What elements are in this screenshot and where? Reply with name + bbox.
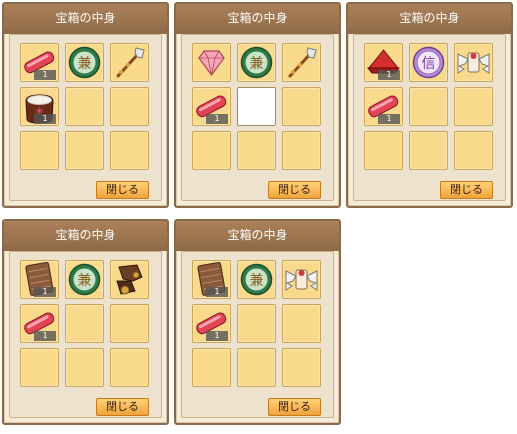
leather-gloves-icon <box>111 261 148 298</box>
item-grid: 1 兼 1 <box>181 251 334 418</box>
panel-title: 宝箱の中身 <box>176 4 339 34</box>
item-slot[interactable] <box>409 131 448 170</box>
item-slot[interactable] <box>282 304 321 343</box>
item-slot[interactable] <box>409 87 448 126</box>
item-slot[interactable]: 1 <box>20 304 59 343</box>
item-slot[interactable] <box>65 87 104 126</box>
panel-title: 宝箱の中身 <box>176 221 339 251</box>
item-quantity: 1 <box>206 114 228 124</box>
item-quantity: 1 <box>206 331 228 341</box>
item-slot[interactable]: 1 <box>364 43 403 82</box>
item-slot[interactable]: 1 <box>20 43 59 82</box>
svg-text:兼: 兼 <box>78 56 92 72</box>
panel-title: 宝箱の中身 <box>4 221 167 251</box>
item-slot[interactable] <box>454 43 493 82</box>
item-grid: 1 信 1 <box>353 34 506 201</box>
item-slot[interactable]: ✳ 1 <box>20 87 59 126</box>
purple-coin-icon: 信 <box>410 44 447 81</box>
item-slot-selected[interactable] <box>237 87 276 126</box>
svg-text:信: 信 <box>422 56 436 72</box>
item-slot[interactable] <box>237 304 276 343</box>
item-quantity: 1 <box>206 287 228 297</box>
feathered-staff-icon <box>111 44 148 81</box>
green-coin-icon: 兼 <box>66 44 103 81</box>
item-slot[interactable] <box>282 43 321 82</box>
pink-diamond-icon <box>193 44 230 81</box>
item-slot[interactable] <box>110 43 149 82</box>
item-slot[interactable]: 1 <box>364 87 403 126</box>
green-coin-icon: 兼 <box>66 261 103 298</box>
item-quantity: 1 <box>34 70 56 80</box>
item-slot[interactable] <box>110 87 149 126</box>
item-slot[interactable]: 兼 <box>65 260 104 299</box>
item-slot[interactable] <box>110 304 149 343</box>
item-quantity: 1 <box>34 114 56 124</box>
item-slot[interactable] <box>282 87 321 126</box>
item-slot[interactable] <box>192 348 231 387</box>
item-slot[interactable] <box>110 131 149 170</box>
winged-scroll-icon <box>283 261 320 298</box>
item-slot[interactable] <box>282 260 321 299</box>
item-quantity: 1 <box>378 114 400 124</box>
treasure-contents-panel: 宝箱の中身兼 1 閉じる <box>174 2 341 208</box>
item-slot[interactable]: 1 <box>192 304 231 343</box>
item-slot[interactable] <box>282 348 321 387</box>
item-slot[interactable]: 1 <box>192 260 231 299</box>
panel-title: 宝箱の中身 <box>348 4 511 34</box>
item-slot[interactable] <box>237 131 276 170</box>
svg-text:兼: 兼 <box>250 56 264 72</box>
close-button[interactable]: 閉じる <box>96 398 149 416</box>
item-slot[interactable] <box>364 131 403 170</box>
green-coin-icon: 兼 <box>238 261 275 298</box>
item-grid: 1 兼 ✳ 1 <box>9 34 162 201</box>
treasure-contents-panel: 宝箱の中身 1 信 1 閉じる <box>346 2 513 208</box>
panel-title: 宝箱の中身 <box>4 4 167 34</box>
close-button[interactable]: 閉じる <box>268 398 321 416</box>
item-slot[interactable] <box>65 304 104 343</box>
item-slot[interactable] <box>20 131 59 170</box>
item-slot[interactable]: 1 <box>192 87 231 126</box>
item-quantity: 1 <box>34 287 56 297</box>
close-button[interactable]: 閉じる <box>440 181 493 199</box>
item-slot[interactable] <box>454 131 493 170</box>
feathered-staff-icon <box>283 44 320 81</box>
item-slot[interactable] <box>110 260 149 299</box>
svg-text:兼: 兼 <box>78 273 92 289</box>
item-quantity: 1 <box>378 70 400 80</box>
item-slot[interactable] <box>20 348 59 387</box>
treasure-contents-panel: 宝箱の中身 1 兼 1 閉じる <box>174 219 341 425</box>
item-slot[interactable]: 信 <box>409 43 448 82</box>
item-slot[interactable]: 兼 <box>237 43 276 82</box>
item-slot[interactable] <box>110 348 149 387</box>
winged-scroll-icon <box>455 44 492 81</box>
item-slot[interactable]: 兼 <box>237 260 276 299</box>
item-quantity: 1 <box>34 331 56 341</box>
item-slot[interactable]: 兼 <box>65 43 104 82</box>
item-slot[interactable] <box>65 131 104 170</box>
green-coin-icon: 兼 <box>238 44 275 81</box>
close-button[interactable]: 閉じる <box>96 181 149 199</box>
item-slot[interactable] <box>192 43 231 82</box>
treasure-contents-panel: 宝箱の中身 1 兼 1 閉じる <box>2 219 169 425</box>
item-grid: 兼1 <box>181 34 334 201</box>
item-grid: 1 兼 1 <box>9 251 162 418</box>
treasure-contents-panel: 宝箱の中身 1 兼 ✳ 1 閉じる <box>2 2 169 208</box>
item-slot[interactable] <box>454 87 493 126</box>
close-button[interactable]: 閉じる <box>268 181 321 199</box>
item-slot[interactable] <box>237 348 276 387</box>
item-slot[interactable]: 1 <box>20 260 59 299</box>
item-slot[interactable] <box>282 131 321 170</box>
item-slot[interactable] <box>192 131 231 170</box>
item-slot[interactable] <box>65 348 104 387</box>
svg-text:兼: 兼 <box>250 273 264 289</box>
